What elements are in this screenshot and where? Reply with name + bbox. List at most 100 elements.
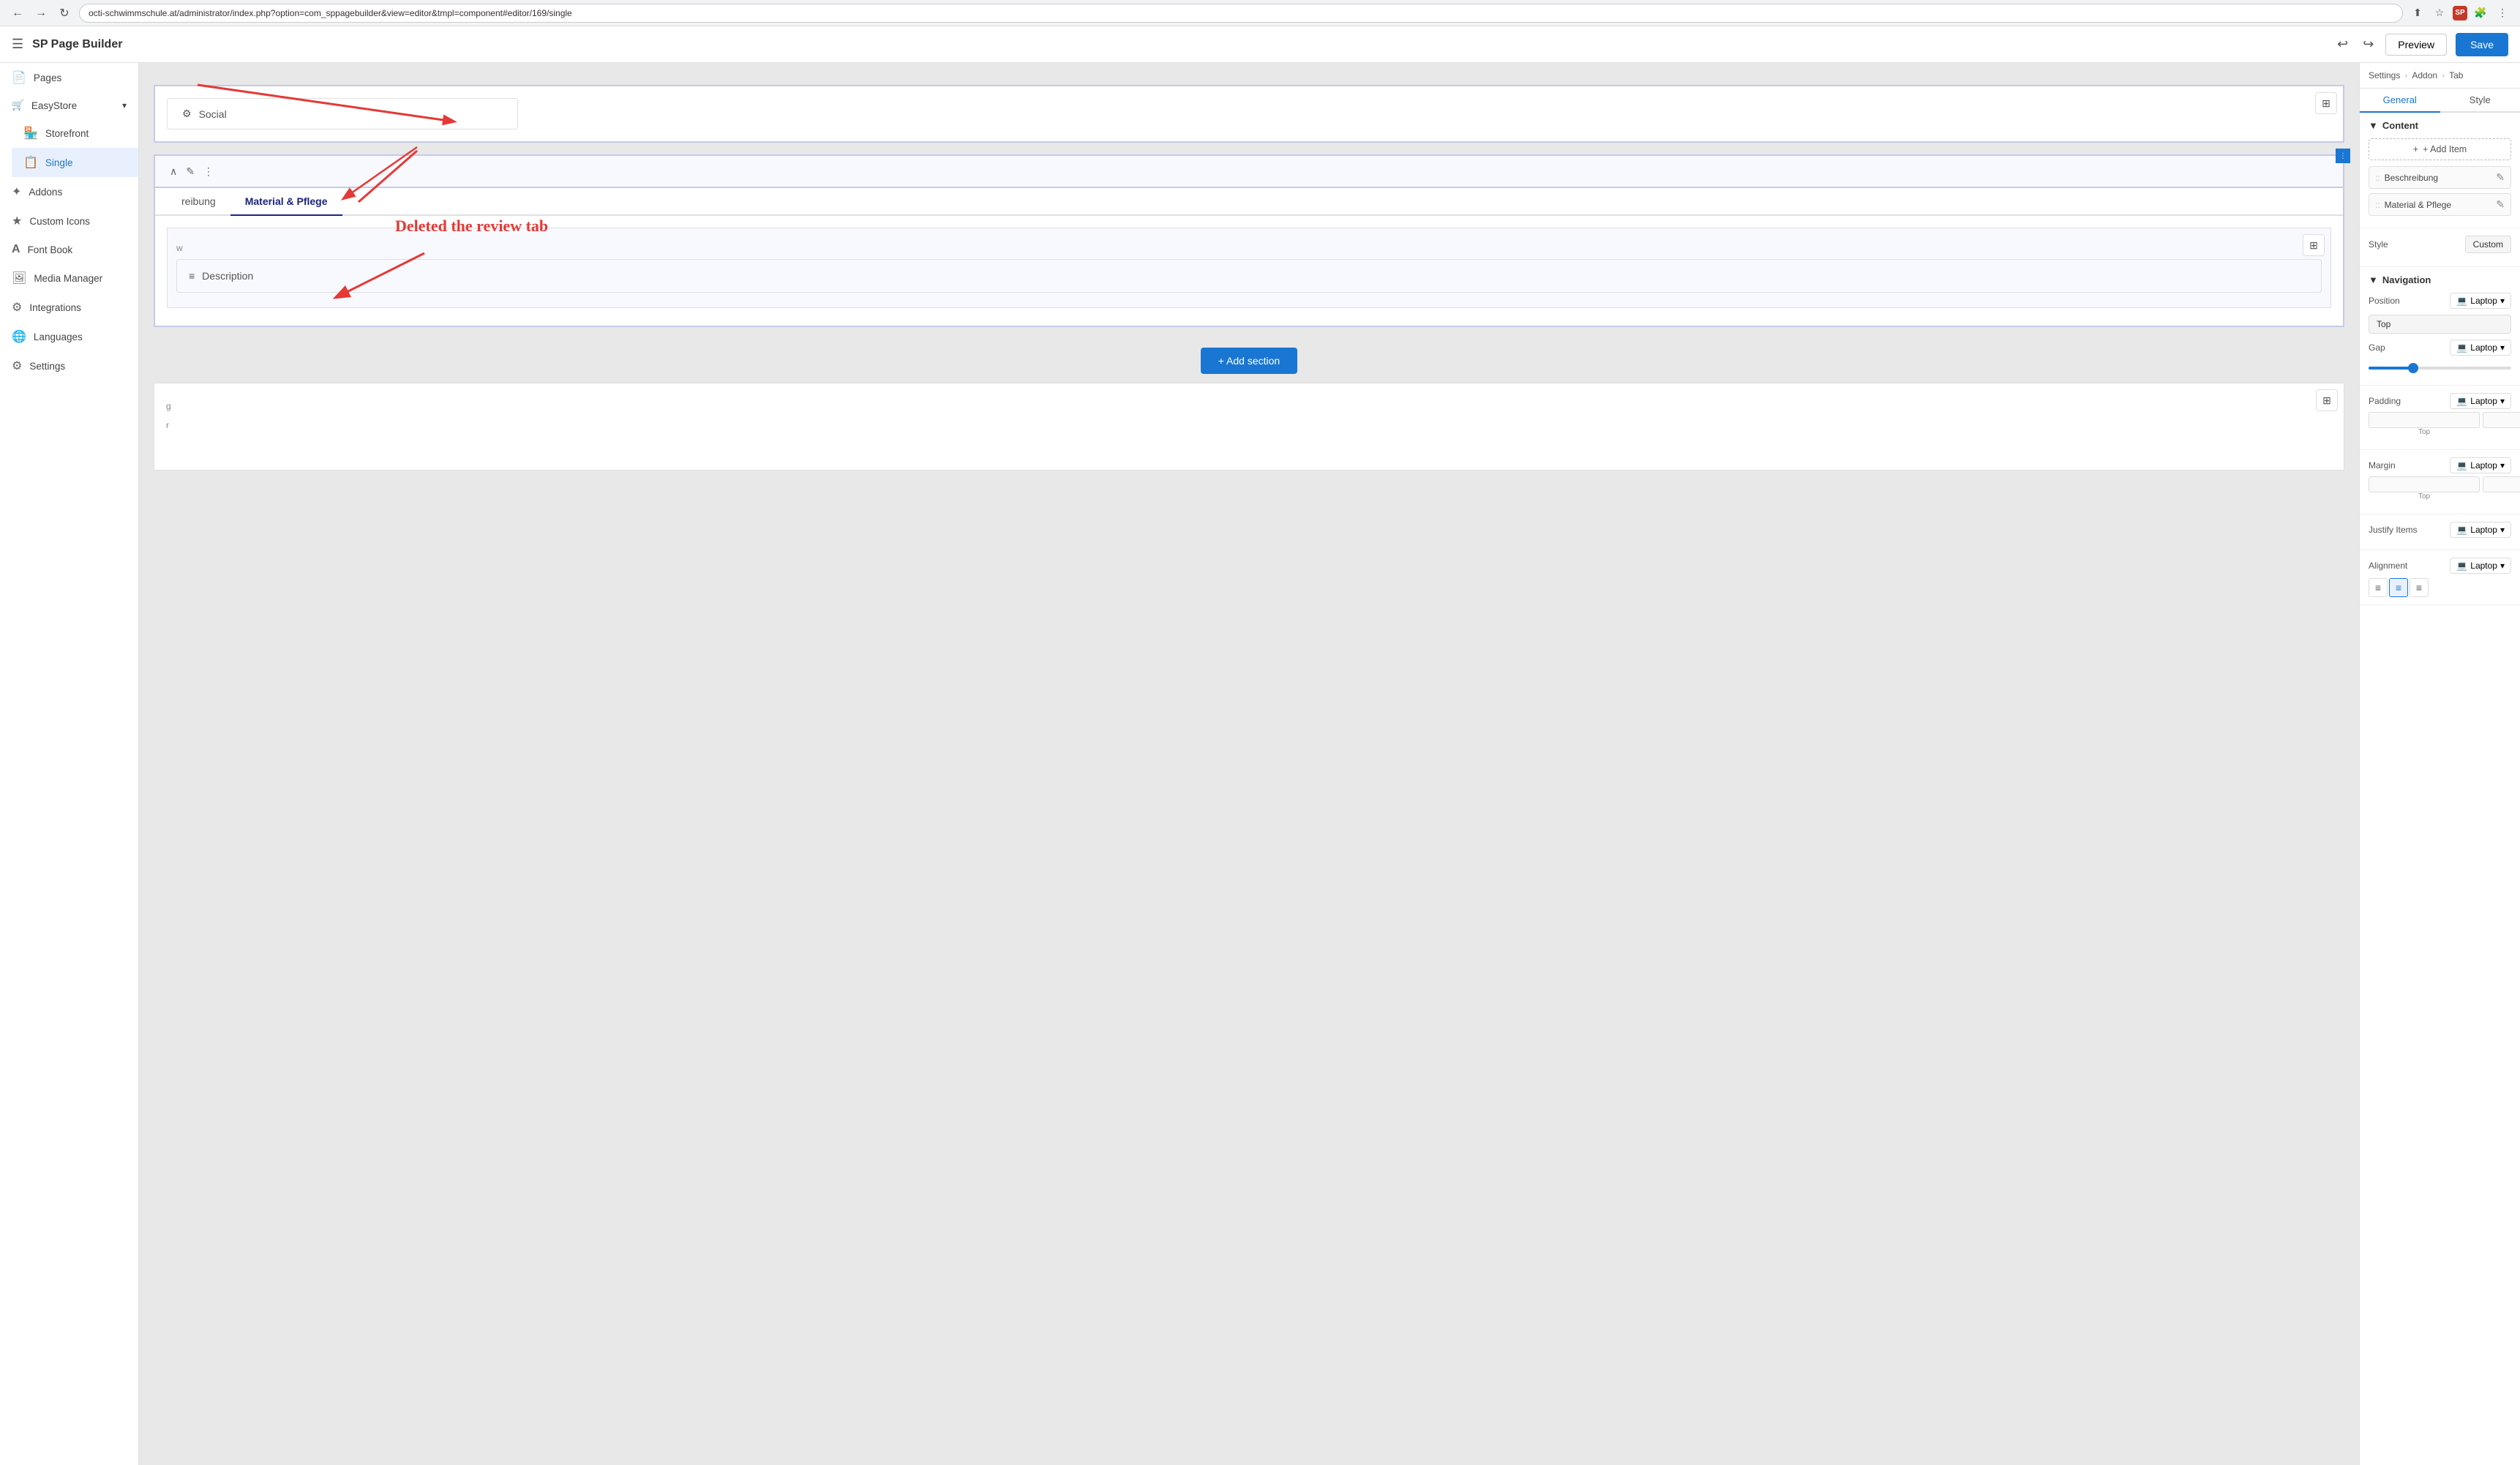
add-item-button[interactable]: + + Add Item (2369, 138, 2511, 160)
sidebar-item-single[interactable]: 📋 Single (12, 148, 138, 177)
menu-button[interactable]: ⋮ (2494, 4, 2511, 22)
alignment-dropdown-icon: ▾ (2500, 561, 2505, 571)
address-bar[interactable]: octi-schwimmschule.at/administrator/inde… (79, 4, 2403, 23)
canvas-area: Deleted the review tab ⚙ Social ⊞ (139, 63, 2359, 1465)
forward-button[interactable]: → (32, 4, 50, 22)
position-device-select[interactable]: 💻 Laptop ▾ (2450, 293, 2511, 309)
sidebar-label-custom-icons: Custom Icons (29, 216, 90, 227)
item-label-beschreibung: Beschreibung (2385, 173, 2438, 183)
back-button[interactable]: ← (9, 4, 26, 22)
dropdown-icon: ▾ (2500, 296, 2505, 306)
sidebar-label-pages: Pages (34, 72, 61, 83)
add-section-area: + Add section (154, 339, 2344, 383)
sidebar-item-font-book[interactable]: A Font Book (0, 236, 138, 263)
bookmark-button[interactable]: ☆ (2431, 4, 2448, 22)
extensions-button[interactable]: 🧩 (2472, 4, 2489, 22)
edit-beschreibung-button[interactable]: ✎ (2496, 171, 2505, 184)
share-button[interactable]: ⬆ (2409, 4, 2426, 22)
social-card: ⚙ Social (167, 98, 518, 130)
reload-button[interactable]: ↻ (56, 4, 73, 22)
browser-chrome: ← → ↻ octi-schwimmschule.at/administrato… (0, 0, 2520, 26)
save-button[interactable]: Save (2456, 33, 2508, 56)
drag-handle-icon[interactable]: :: (2375, 173, 2380, 183)
position-device-label: Laptop (2470, 296, 2497, 306)
edit-section-button[interactable]: ✎ (183, 162, 198, 181)
sidebar-label-languages: Languages (34, 331, 83, 342)
align-center-button[interactable]: ≡ (2389, 578, 2408, 597)
sidebar-label-font-book: Font Book (28, 244, 73, 255)
breadcrumb-sep-2: › (2442, 70, 2445, 80)
padding-right-input[interactable] (2483, 412, 2520, 428)
tab-style[interactable]: Style (2440, 89, 2520, 113)
description-icon: ≡ (189, 270, 195, 282)
tab-material-pflege[interactable]: Material & Pflege (230, 188, 342, 216)
media-manager-icon: 🖼 (12, 271, 26, 285)
margin-device-label: Laptop (2470, 460, 2497, 471)
canvas-inner: Deleted the review tab ⚙ Social ⊞ (139, 63, 2359, 1465)
alignment-row: Alignment 💻 Laptop ▾ (2369, 558, 2511, 574)
margin-section: Margin 💻 Laptop ▾ Top Right (2360, 450, 2520, 514)
gap-device-select[interactable]: 💻 Laptop ▾ (2450, 340, 2511, 356)
align-right-button[interactable]: ≡ (2410, 578, 2429, 597)
alignment-device-select[interactable]: 💻 Laptop ▾ (2450, 558, 2511, 574)
sidebar-item-media-manager[interactable]: 🖼 Media Manager (0, 263, 138, 293)
sidebar: 📄 Pages 🛒 EasyStore ▾ 🏪 Storefront 📋 Sin… (0, 63, 139, 1465)
margin-right-input[interactable] (2483, 476, 2520, 492)
redo-button[interactable]: ↪ (2360, 34, 2377, 55)
padding-section: Padding 💻 Laptop ▾ Top Right (2360, 386, 2520, 450)
collapse-button[interactable]: ∧ (167, 162, 180, 181)
top-toolbar: ☰ SP Page Builder ↩ ↪ Preview Save (0, 26, 2520, 63)
justify-dropdown-icon: ▾ (2500, 525, 2505, 535)
padding-device-select[interactable]: 💻 Laptop ▾ (2450, 393, 2511, 409)
chevron-down-icon: ▾ (122, 100, 127, 110)
tab-general[interactable]: General (2360, 89, 2440, 113)
sidebar-item-languages[interactable]: 🌐 Languages (0, 322, 138, 351)
sidebar-item-addons[interactable]: ✦ Addons (0, 177, 138, 206)
grid-button[interactable]: ⊞ (2315, 92, 2337, 114)
extension-icon: SP (2453, 6, 2467, 20)
sidebar-item-pages[interactable]: 📄 Pages (0, 63, 138, 92)
body-layout: 📄 Pages 🛒 EasyStore ▾ 🏪 Storefront 📋 Sin… (0, 63, 2520, 1465)
drag-handle-icon-2[interactable]: :: (2375, 200, 2380, 210)
more-options-button[interactable]: ⋮ (200, 162, 217, 181)
add-section-button[interactable]: + Add section (1201, 348, 1297, 374)
margin-top-input[interactable] (2369, 476, 2480, 492)
content-item-beschreibung: :: Beschreibung ✎ (2369, 166, 2511, 189)
hamburger-menu[interactable]: ☰ (12, 37, 23, 52)
sidebar-item-custom-icons[interactable]: ★ Custom Icons (0, 206, 138, 236)
description-label: Description (202, 270, 253, 282)
edit-material-button[interactable]: ✎ (2496, 198, 2505, 211)
breadcrumb-addon: Addon (2412, 70, 2437, 80)
padding-right-group: Right (2483, 412, 2520, 436)
storefront-icon: 🏪 (23, 126, 38, 140)
collapse-content-icon[interactable]: ▼ (2369, 120, 2378, 131)
undo-button[interactable]: ↩ (2334, 34, 2351, 55)
bottom-grid-button[interactable]: ⊞ (2316, 389, 2338, 411)
single-icon: 📋 (23, 155, 38, 170)
custom-icons-icon: ★ (12, 214, 22, 228)
sidebar-item-settings[interactable]: ⚙ Settings (0, 351, 138, 381)
justify-section: Justify Items 💻 Laptop ▾ (2360, 514, 2520, 550)
justify-device-select[interactable]: 💻 Laptop ▾ (2450, 522, 2511, 538)
description-card: ≡ Description (176, 259, 2322, 293)
margin-device-select[interactable]: 💻 Laptop ▾ (2450, 457, 2511, 473)
navigation-section: ▼ Navigation Position 💻 Laptop ▾ Top Gap… (2360, 267, 2520, 386)
bottom-label-g: g (166, 395, 2332, 417)
align-left-button[interactable]: ≡ (2369, 578, 2388, 597)
social-section: ⚙ Social ⊞ (154, 85, 2344, 143)
pages-icon: 📄 (12, 70, 26, 85)
languages-icon: 🌐 (12, 329, 26, 344)
collapse-navigation-icon[interactable]: ▼ (2369, 274, 2378, 285)
right-panel-breadcrumb: Settings › Addon › Tab (2360, 63, 2520, 89)
sidebar-item-storefront[interactable]: 🏪 Storefront (12, 119, 138, 148)
gap-slider[interactable] (2369, 367, 2511, 370)
inner-grid-button[interactable]: ⊞ (2303, 234, 2325, 256)
margin-dropdown-icon: ▾ (2500, 460, 2505, 471)
sidebar-item-integrations[interactable]: ⚙ Integrations (0, 293, 138, 322)
sidebar-item-easystore[interactable]: 🛒 EasyStore ▾ (0, 92, 138, 119)
tab-reibung[interactable]: reibung (167, 188, 230, 216)
sidebar-sub-easystore: 🏪 Storefront 📋 Single (0, 119, 138, 177)
padding-top-input[interactable] (2369, 412, 2480, 428)
preview-button[interactable]: Preview (2385, 34, 2447, 56)
content-item-left-2: :: Material & Pflege (2375, 200, 2451, 210)
